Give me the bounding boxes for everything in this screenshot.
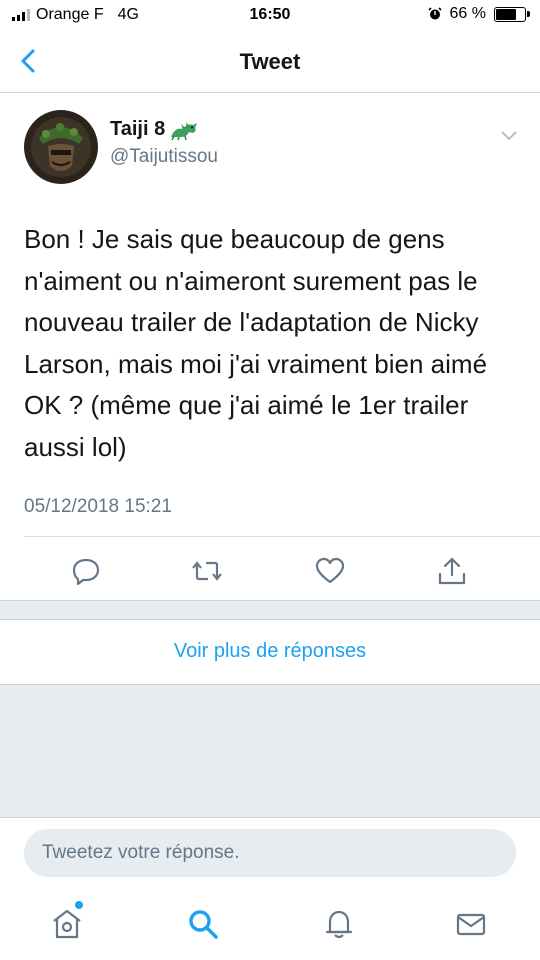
reply-input[interactable]: [24, 829, 516, 877]
battery-fill: [496, 8, 516, 20]
avatar[interactable]: [24, 110, 98, 184]
tweet-text: Bon ! Je sais que beaucoup de gens n'aim…: [24, 224, 488, 462]
avatar-image: [24, 110, 98, 184]
status-right: 66 %: [427, 5, 530, 23]
page-title: Tweet: [239, 49, 301, 74]
author-handle[interactable]: @Taijutissou: [110, 146, 218, 168]
home-icon[interactable]: [50, 907, 84, 941]
caret-down-icon[interactable]: [500, 128, 518, 142]
nav-bar: Tweet: [0, 32, 540, 93]
tweet-actions: [0, 555, 540, 587]
search-icon[interactable]: [186, 907, 220, 941]
tab-bar: [0, 889, 540, 960]
dragon-emoji-icon: [171, 121, 198, 140]
reply-bar: [0, 817, 540, 890]
empty-area: [0, 684, 540, 818]
share-icon[interactable]: [436, 555, 468, 587]
home-notification-dot: [75, 901, 83, 909]
status-bar: Orange F 4G 16:50 66 %: [0, 0, 540, 32]
battery-icon: [494, 6, 530, 22]
author-name[interactable]: Taiji 8: [110, 118, 199, 141]
divider: [24, 536, 540, 537]
tweet-timestamp: 05/12/2018 15:21: [24, 496, 172, 517]
alarm-icon: [427, 7, 442, 20]
more-replies-link[interactable]: Voir plus de réponses: [0, 619, 540, 684]
notifications-bell-icon[interactable]: [322, 907, 356, 941]
retweet-icon[interactable]: [191, 555, 223, 587]
section-separator: [0, 600, 540, 620]
like-heart-icon[interactable]: [314, 555, 346, 587]
battery-percent: 66 %: [449, 5, 486, 22]
author-name-text: Taiji 8: [110, 118, 166, 140]
messages-envelope-icon[interactable]: [454, 907, 488, 941]
reply-icon[interactable]: [70, 555, 102, 587]
